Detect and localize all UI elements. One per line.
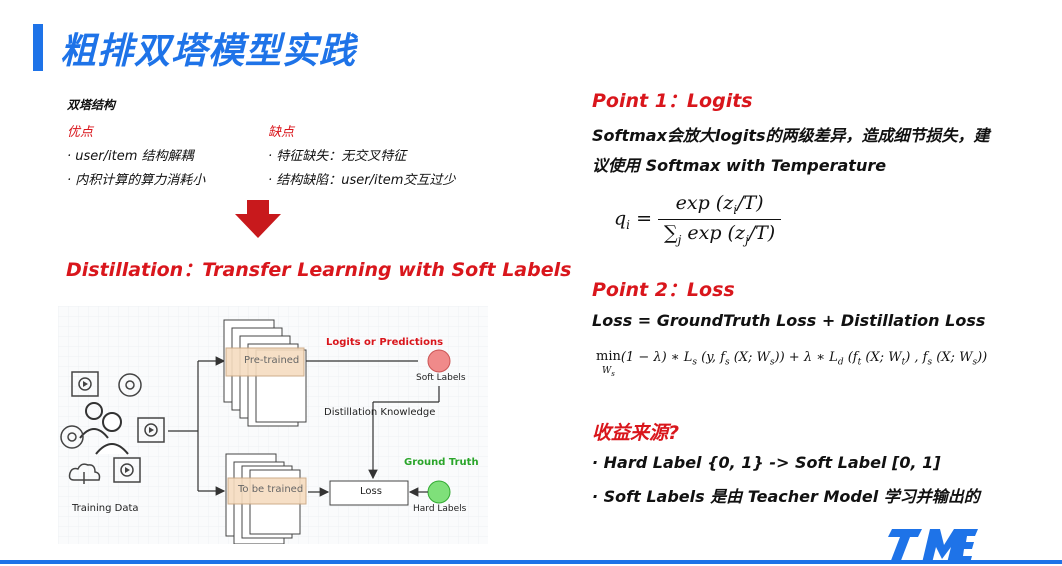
pretrained-label: Pre-trained	[244, 355, 300, 366]
loss-box-label: Loss	[360, 486, 382, 497]
point2-title: Point 2：Loss	[592, 279, 735, 301]
point1-text-line2: 议使用 Softmax with Temperature	[592, 156, 887, 175]
soft-label-circle	[427, 349, 451, 373]
pros-title: 优点	[67, 125, 94, 140]
pros-item-1: · user/item 结构解耦	[67, 149, 194, 164]
soft-labels-label: Soft Labels	[416, 373, 466, 383]
gain-title: 收益来源?	[592, 422, 680, 444]
ground-truth-label: Ground Truth	[404, 457, 479, 468]
hard-label-circle	[427, 480, 451, 504]
softmax-temperature-equation: qi = exp (zi/T) ∑j exp (zj/T)	[614, 192, 782, 247]
title-accent-bar	[33, 24, 43, 71]
hard-labels-label: Hard Labels	[413, 504, 467, 514]
gain-item-2: · Soft Labels 是由 Teacher Model 学习并输出的	[592, 487, 980, 506]
cons-item-1: · 特征缺失：无交叉特征	[268, 149, 407, 164]
loss-equation: min Ws (1 − λ) ∗ Ls (y, fs (X; Ws)) + λ …	[596, 349, 988, 378]
point1-text-line1: Softmax会放大logits的两级差异，造成细节损失，建	[592, 126, 990, 145]
cons-title: 缺点	[268, 125, 295, 140]
cons-item-2: · 结构缺陷：user/item交互过少	[268, 173, 456, 188]
distill-knowledge-label: Distillation Knowledge	[324, 407, 436, 418]
logits-label: Logits or Predictions	[326, 337, 444, 348]
slide-title: 粗排双塔模型实践	[60, 31, 357, 72]
point2-text: Loss = GroundTruth Loss + Distillation L…	[592, 311, 986, 330]
pros-item-2: · 内积计算的算力消耗小	[67, 173, 206, 188]
down-arrow-icon	[235, 200, 281, 238]
structure-label: 双塔结构	[67, 98, 116, 112]
gain-item-1: · Hard Label {0, 1} -> Soft Label [0, 1]	[592, 453, 941, 472]
bottom-accent-line	[0, 560, 1062, 564]
tobetrained-label: To be trained	[238, 484, 304, 495]
distillation-heading: Distillation：Transfer Learning with Soft…	[66, 259, 572, 281]
point1-title: Point 1：Logits	[592, 90, 753, 112]
training-data-label: Training Data	[72, 503, 139, 514]
distillation-diagram: Pre-trained To be trained Logits or Pred…	[58, 306, 488, 544]
